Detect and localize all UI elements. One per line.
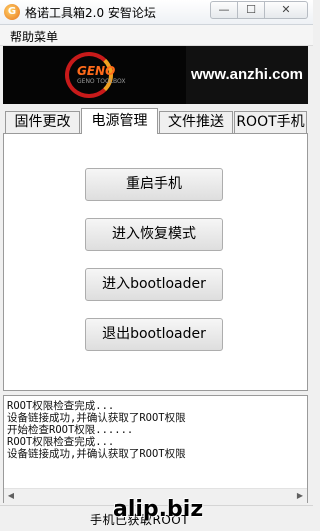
window-title: 格诺工具箱2.0 安智论坛 <box>25 6 156 20</box>
close-button[interactable]: ✕ <box>264 1 308 19</box>
scroll-left-icon[interactable]: ◀ <box>4 489 18 503</box>
banner-logo-text: GENO <box>77 64 116 78</box>
log-line: 设备链接成功,并确认获取了ROOT权限 <box>7 448 186 460</box>
app-icon: G <box>4 4 20 20</box>
log-line: 设备链接成功,并确认获取了ROOT权限 <box>7 412 186 424</box>
banner: GENO GENO TOOLBOX www.anzhi.com <box>3 46 308 104</box>
recovery-mode-button[interactable]: 进入恢复模式 <box>85 218 223 251</box>
log-line: 开始检查ROOT权限...... <box>7 424 134 436</box>
tab-root[interactable]: ROOT手机 <box>234 111 307 133</box>
reboot-phone-button[interactable]: 重启手机 <box>85 168 223 201</box>
maximize-button[interactable]: ☐ <box>237 1 265 19</box>
tab-file-push[interactable]: 文件推送 <box>159 111 233 133</box>
minimize-button[interactable]: — <box>210 1 238 19</box>
tab-power[interactable]: 电源管理 <box>81 108 158 134</box>
scroll-right-icon[interactable]: ▶ <box>293 489 307 503</box>
banner-logo-sub: GENO TOOLBOX <box>77 78 126 85</box>
menu-bar: 帮助菜单 <box>0 25 313 46</box>
log-output[interactable]: ROOT权限检查完成... 设备链接成功,并确认获取了ROOT权限 开始检查RO… <box>3 395 308 503</box>
tab-firmware[interactable]: 固件更改 <box>5 111 80 133</box>
exit-bootloader-button[interactable]: 退出bootloader <box>85 318 223 351</box>
watermark: alip.biz <box>113 497 204 522</box>
enter-bootloader-button[interactable]: 进入bootloader <box>85 268 223 301</box>
menu-item-help[interactable]: 帮助菜单 <box>10 28 58 45</box>
log-line: ROOT权限检查完成... <box>7 400 115 412</box>
title-bar: G 格诺工具箱2.0 安智论坛 — ☐ ✕ <box>0 0 313 25</box>
log-line: ROOT权限检查完成... <box>7 436 115 448</box>
banner-url: www.anzhi.com <box>186 46 308 104</box>
